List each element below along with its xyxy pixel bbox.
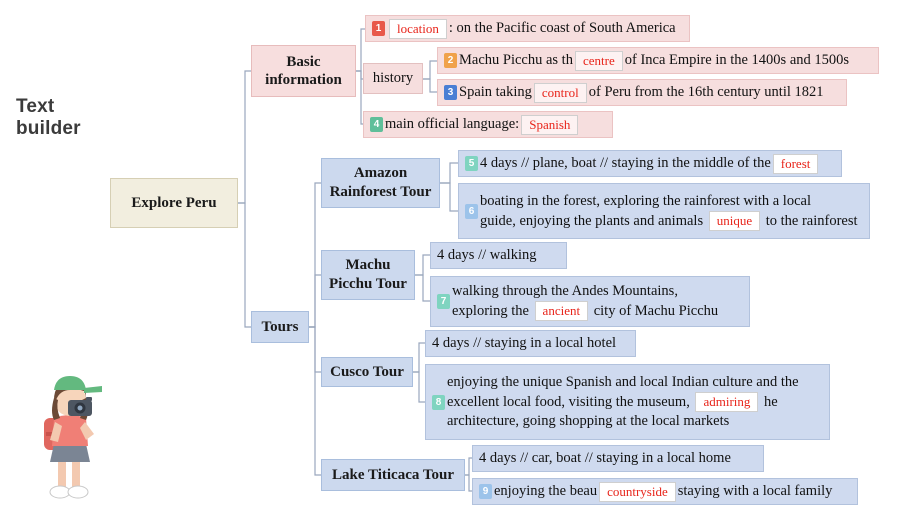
leaf-cusco-line2-text-a: enjoying the unique Spanish and local In… — [447, 374, 799, 390]
marker-2: 2 — [444, 53, 457, 68]
leaf-machu-line1[interactable]: 4 days // walking — [430, 242, 567, 269]
leaf-history-label[interactable]: history — [363, 63, 423, 94]
tour-node-cusco-label: Cusco Tour — [330, 363, 404, 380]
leaf-control-text-a: Spain taking — [459, 84, 532, 100]
blank-unique[interactable]: unique — [708, 210, 761, 231]
tour-node-amazon-label: Amazon Rainforest Tour — [329, 165, 432, 200]
marker-1: 1 — [372, 21, 385, 36]
leaf-cusco-line2[interactable]: 8 enjoying the unique Spanish and local … — [425, 364, 830, 440]
tour-node-titicaca-label: Lake Titicaca Tour — [332, 466, 454, 483]
blank-countryside[interactable]: countryside — [599, 481, 676, 502]
tour-node-lake-titicaca[interactable]: Lake Titicaca Tour — [321, 459, 465, 491]
blank-spanish[interactable]: Spanish — [521, 114, 579, 135]
root-node-explore-peru[interactable]: Explore Peru — [110, 178, 238, 228]
category-tours[interactable]: Tours — [251, 311, 309, 343]
marker-7: 7 — [437, 294, 450, 309]
root-node-label: Explore Peru — [131, 194, 217, 211]
tour-node-machu-label: Machu Picchu Tour — [329, 257, 407, 292]
marker-9: 9 — [479, 484, 492, 499]
marker-5: 5 — [465, 156, 478, 171]
leaf-language-text: main official language: — [385, 116, 520, 132]
blank-centre[interactable]: centre — [574, 50, 623, 71]
tourist-illustration — [44, 376, 102, 499]
leaf-location[interactable]: 1 location : on the Pacific coast of Sou… — [365, 15, 690, 42]
leaf-centre-text-a: Machu Picchu as th — [459, 52, 573, 68]
leaf-amazon-line2[interactable]: 6 boating in the forest, exploring the r… — [458, 183, 870, 239]
marker-4: 4 — [370, 117, 383, 132]
marker-6: 6 — [465, 203, 478, 219]
category-basic-information[interactable]: Basic information — [251, 45, 356, 97]
leaf-cusco-line1[interactable]: 4 days // staying in a local hotel — [425, 330, 636, 357]
marker-8: 8 — [432, 394, 445, 410]
leaf-control[interactable]: 3 Spain taking control of Peru from the … — [437, 79, 847, 106]
blank-location[interactable]: location — [389, 18, 447, 39]
leaf-machu-line1-text: 4 days // walking — [437, 247, 537, 263]
leaf-cusco-line2-text-c: he — [764, 394, 778, 410]
leaf-centre[interactable]: 2 Machu Picchu as th centre of Inca Empi… — [437, 47, 879, 74]
tour-node-amazon-rainforest[interactable]: Amazon Rainforest Tour — [321, 158, 440, 208]
leaf-amazon-line2-text-a: boating in the forest, exploring the rai… — [480, 192, 811, 209]
category-tours-label: Tours — [261, 318, 299, 335]
leaf-machu-line2-text-b: exploring the — [452, 303, 529, 319]
page-title-line2: builder — [16, 118, 81, 139]
leaf-machu-line2-text-c: city of Machu Picchu — [593, 303, 719, 319]
leaf-titicaca-line2-text-b: staying with a local family — [677, 483, 833, 499]
leaf-location-text: : on the Pacific coast of South America — [448, 20, 676, 36]
leaf-titicaca-line1-text: 4 days // car, boat // staying in a loca… — [479, 450, 731, 466]
leaf-cusco-line2-text-d: architecture, going shopping at the loca… — [447, 413, 730, 429]
page-title-line1: Text — [16, 96, 55, 117]
leaf-amazon-line2-text-c: to the rainforest — [765, 212, 858, 229]
leaf-language[interactable]: 4 main official language: Spanish — [363, 111, 613, 138]
page-title: Text builder — [16, 96, 136, 140]
mindmap-canvas: Text builder Explore Peru Basic informat… — [0, 0, 920, 518]
category-basic-information-label: Basic information — [265, 54, 342, 88]
blank-ancient[interactable]: ancient — [534, 301, 589, 321]
leaf-amazon-line1[interactable]: 5 4 days // plane, boat // staying in th… — [458, 150, 842, 177]
leaf-centre-text-b: of Inca Empire in the 1400s and 1500s — [624, 52, 850, 68]
leaf-history-text: history — [372, 70, 414, 86]
leaf-titicaca-line2-text-a: enjoying the beau — [494, 483, 598, 499]
tour-node-cusco[interactable]: Cusco Tour — [321, 357, 413, 387]
tour-node-machu-picchu[interactable]: Machu Picchu Tour — [321, 250, 415, 300]
leaf-cusco-line1-text: 4 days // staying in a local hotel — [432, 335, 617, 351]
leaf-titicaca-line1[interactable]: 4 days // car, boat // staying in a loca… — [472, 445, 764, 472]
blank-admiring[interactable]: admiring — [695, 392, 759, 412]
leaf-titicaca-line2[interactable]: 9 enjoying the beau countryside staying … — [472, 478, 858, 505]
blank-control[interactable]: control — [533, 82, 587, 103]
blank-forest[interactable]: forest — [772, 153, 819, 174]
leaf-cusco-line2-text-b: excellent local food, visiting the museu… — [447, 394, 690, 410]
leaf-machu-line2-text-a: walking through the Andes Mountains, — [452, 283, 678, 299]
leaf-machu-line2[interactable]: 7 walking through the Andes Mountains, e… — [430, 276, 750, 327]
leaf-control-text-b: of Peru from the 16th century until 1821 — [588, 84, 824, 100]
leaf-amazon-line2-text-b: guide, enjoying the plants and animals — [480, 212, 704, 229]
marker-3: 3 — [444, 85, 457, 100]
leaf-amazon-line1-text: 4 days // plane, boat // staying in the … — [480, 155, 771, 171]
